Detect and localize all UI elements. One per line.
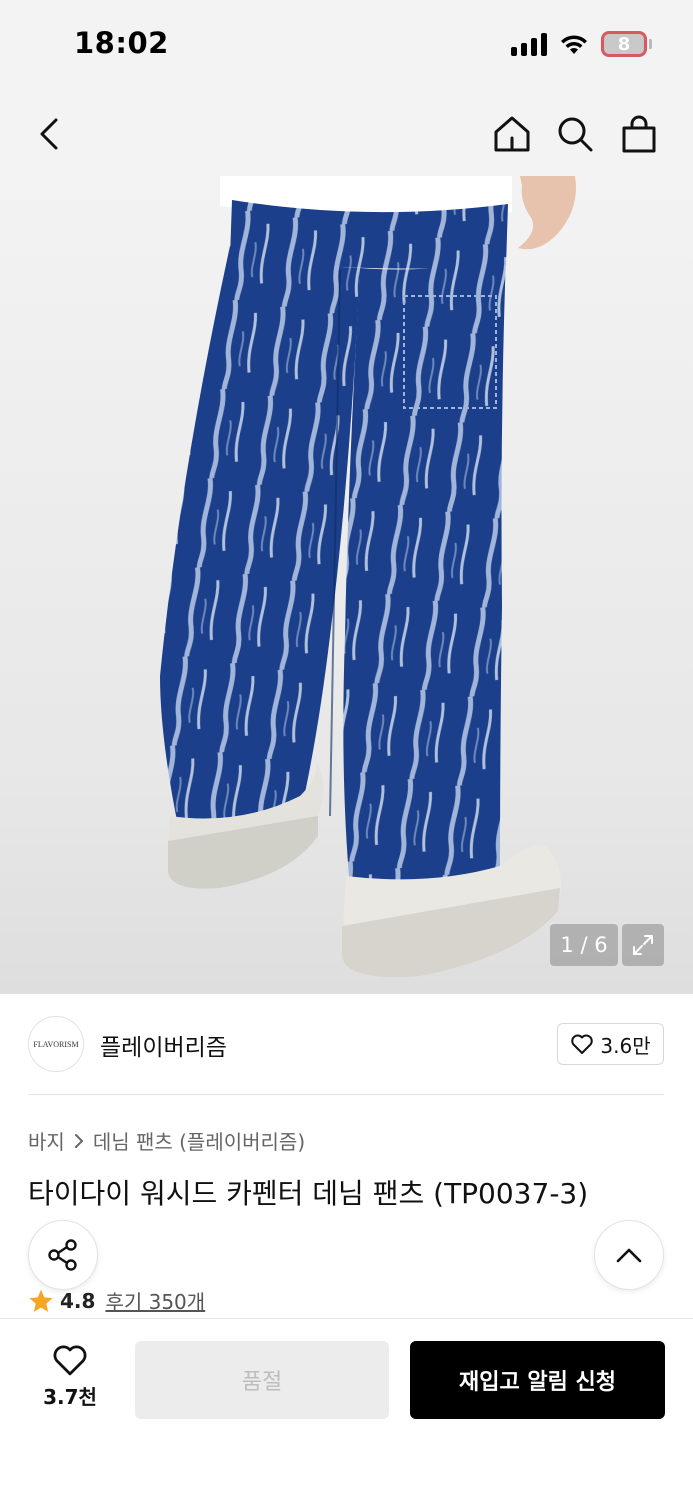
- heart-icon: [571, 1034, 594, 1054]
- chevron-up-icon: [616, 1248, 642, 1263]
- wifi-icon: [561, 35, 587, 54]
- product-title: 타이다이 워시드 카펜터 데님 팬츠 (TP0037-3): [28, 1177, 589, 1210]
- share-icon: [48, 1239, 77, 1271]
- breadcrumb-subcategory[interactable]: 데님 팬츠 (플레이버리즘): [93, 1126, 305, 1155]
- top-nav: [0, 92, 693, 176]
- expand-button[interactable]: [622, 924, 664, 966]
- chevron-right-icon: [74, 1133, 83, 1148]
- brand-row[interactable]: FLAVORISM 플레이버리즘 3.6만: [0, 994, 693, 1094]
- brand-like-count: 3.6만: [600, 1033, 651, 1058]
- shopping-bag-icon: [622, 115, 656, 153]
- signal-icon: [511, 32, 547, 56]
- status-icons: 8: [511, 31, 652, 57]
- home-button[interactable]: [484, 106, 540, 162]
- expand-icon: [633, 935, 653, 955]
- brand-name[interactable]: 플레이버리즘: [100, 1028, 227, 1062]
- cart-button[interactable]: [611, 106, 667, 162]
- battery-icon: 8: [601, 31, 652, 57]
- bottom-action-bar: 3.7천 품절 재입고 알림 신청: [0, 1318, 693, 1500]
- review-link[interactable]: 후기 350개: [105, 1286, 205, 1315]
- wishlist-count: 3.7천: [43, 1385, 97, 1409]
- heart-icon: [53, 1345, 87, 1376]
- home-icon: [494, 116, 530, 152]
- soldout-button[interactable]: 품절: [135, 1341, 389, 1419]
- status-time: 18:02: [74, 26, 169, 60]
- search-button[interactable]: [547, 106, 603, 162]
- scroll-top-button[interactable]: [594, 1220, 664, 1290]
- wishlist-button[interactable]: 3.7천: [30, 1343, 110, 1413]
- battery-level: 8: [617, 33, 631, 55]
- star-icon: [29, 1289, 53, 1312]
- status-bar: 18:02 8: [0, 0, 693, 92]
- product-image-gallery[interactable]: 1 / 6: [0, 176, 693, 994]
- back-icon: [40, 118, 58, 150]
- divider: [28, 1094, 664, 1095]
- image-counter: 1 / 6: [550, 924, 618, 966]
- back-button[interactable]: [22, 106, 78, 162]
- product-image: [160, 176, 576, 978]
- rating-row: 4.8 후기 350개: [28, 1286, 205, 1315]
- breadcrumb-category[interactable]: 바지: [28, 1126, 65, 1155]
- rating-value: 4.8: [60, 1288, 96, 1313]
- restock-alert-button[interactable]: 재입고 알림 신청: [410, 1341, 665, 1419]
- breadcrumb: 바지 데님 팬츠 (플레이버리즘): [28, 1126, 305, 1155]
- search-icon: [558, 117, 593, 152]
- brand-logo[interactable]: FLAVORISM: [28, 1016, 84, 1072]
- brand-like-button[interactable]: 3.6만: [557, 1023, 664, 1065]
- share-button[interactable]: [28, 1220, 98, 1290]
